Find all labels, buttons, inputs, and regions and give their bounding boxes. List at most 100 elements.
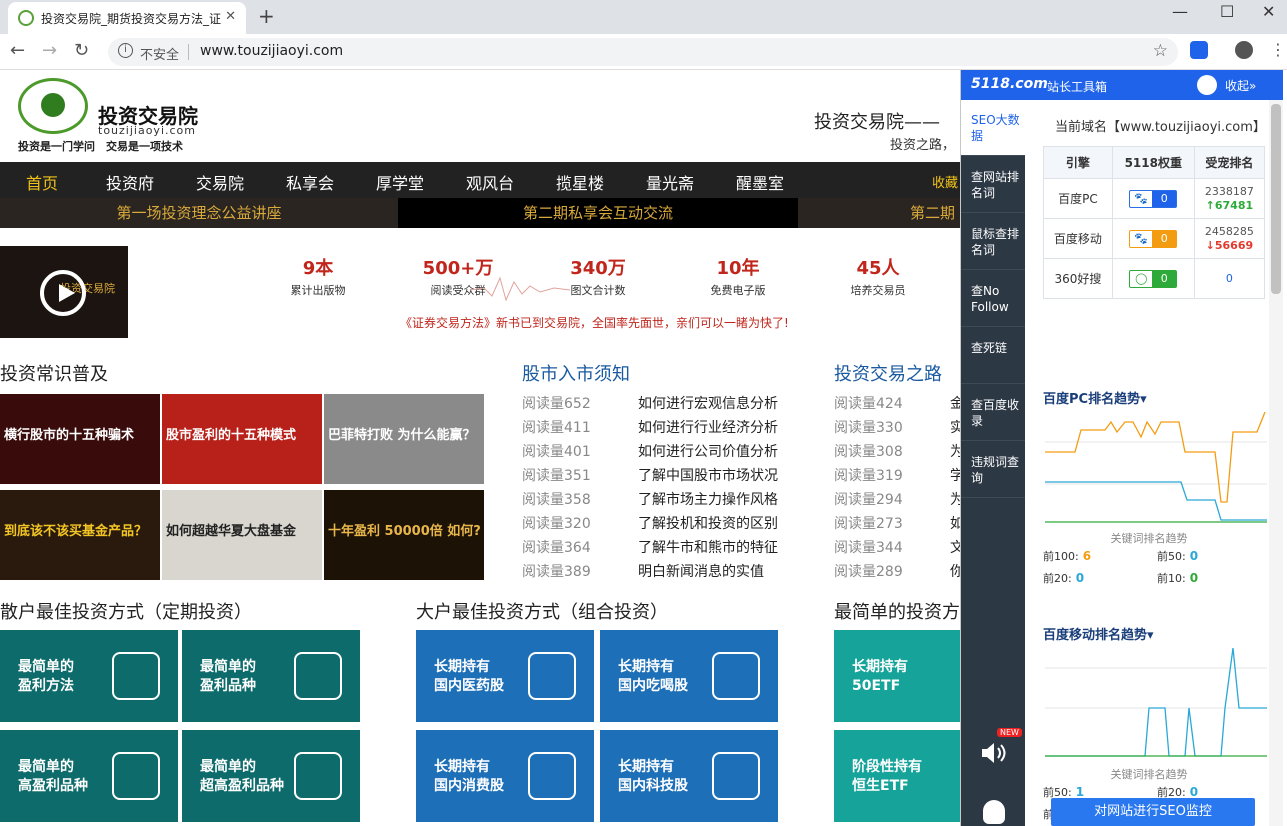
pc-trend-title[interactable]: 百度PC排名趋势▾ [1043, 388, 1147, 407]
section-title-retail[interactable]: 散户最佳投资方式（定期投资） [0, 598, 252, 624]
article-link[interactable]: 金 [950, 396, 960, 412]
sidebar-item-banned-words[interactable]: 违规词查询 [961, 442, 1025, 498]
investment-tile[interactable]: 最简单的 高盈利品种 [0, 730, 178, 822]
article-link[interactable]: 了解牛市和熊市的特征 [638, 540, 778, 556]
window-close-button[interactable]: ✕ [1262, 2, 1275, 21]
speaker-icon[interactable] [979, 740, 1007, 766]
minimize-button[interactable]: — [1172, 2, 1188, 21]
nav-item-jiaoyiyuan[interactable]: 交易院 [196, 170, 244, 194]
weight-badge[interactable]: 🐾 0 [1129, 229, 1178, 248]
qq-penguin-icon[interactable] [983, 800, 1005, 824]
banner-item[interactable]: 第一场投资理念公益讲座 [0, 198, 398, 228]
sidebar-item-mouse-rank[interactable]: 鼠标查排名词 [961, 214, 1025, 270]
panel-scrollbar[interactable] [1269, 100, 1283, 826]
intro-video[interactable]: 投资交易院 [0, 246, 128, 338]
nav-item-sixianghui[interactable]: 私享会 [286, 170, 334, 194]
article-link[interactable]: 实 [950, 420, 960, 436]
list-item[interactable]: 阅读量294 为 [834, 488, 960, 512]
list-item[interactable]: 阅读量364 了解牛市和熊市的特征 [522, 536, 778, 560]
toggle-switch[interactable] [1197, 75, 1217, 95]
sidebar-item-seo-data[interactable]: SEO大数据 [961, 100, 1025, 156]
list-item[interactable]: 阅读量401 如何进行公司价值分析 [522, 440, 778, 464]
investment-tile[interactable]: 长期持有 国内吃喝股 [600, 630, 778, 722]
list-item[interactable]: 阅读量319 学 [834, 464, 960, 488]
weight-badge[interactable]: 🐾 0 [1129, 189, 1178, 208]
article-link[interactable]: 为 [950, 444, 960, 460]
article-thumbnail[interactable]: 如何超越华夏大盘基金 [162, 490, 322, 580]
investment-tile[interactable]: 阶段性持有 恒生ETF [834, 730, 960, 822]
article-thumbnail[interactable]: 十年盈利 50000倍 如何? [324, 490, 484, 580]
list-item[interactable]: 阅读量289 你 [834, 560, 960, 584]
article-link[interactable]: 你 [950, 564, 960, 580]
investment-tile[interactable]: 长期持有 国内医药股 [416, 630, 594, 722]
new-tab-button[interactable]: + [258, 4, 275, 28]
nav-item-touzifu[interactable]: 投资府 [106, 170, 154, 194]
nav-item-home[interactable]: 首页 [26, 170, 58, 194]
collapse-button[interactable]: 收起» [1225, 77, 1256, 94]
forward-icon[interactable]: → [42, 40, 57, 61]
mobile-trend-title[interactable]: 百度移动排名趋势▾ [1043, 624, 1154, 643]
banner-item[interactable]: 第二期私享会互动交流 [398, 198, 798, 228]
investment-tile[interactable]: 最简单的 盈利方法 [0, 630, 178, 722]
bookmark-star-icon[interactable]: ☆ [1153, 41, 1168, 61]
close-icon[interactable]: ✕ [225, 9, 236, 24]
article-link[interactable]: 了解中国股市市场状况 [638, 468, 778, 484]
article-thumbnail[interactable]: 股市盈利的十五种模式 [162, 394, 322, 484]
article-link[interactable]: 如何进行行业经济分析 [638, 420, 778, 436]
article-link[interactable]: 了解投机和投资的区别 [638, 516, 778, 532]
list-item[interactable]: 阅读量411 如何进行行业经济分析 [522, 416, 778, 440]
browser-tab[interactable]: 投资交易院_期货投资交易方法_证 ✕ [8, 2, 246, 34]
section-title-road[interactable]: 投资交易之路 [834, 360, 942, 386]
nav-item-guanfengtai[interactable]: 观风台 [466, 170, 514, 194]
play-icon[interactable] [40, 270, 86, 316]
section-title-big[interactable]: 大户最佳投资方式（组合投资） [416, 598, 668, 624]
list-item[interactable]: 阅读量389 明白新闻消息的实值 [522, 560, 778, 584]
extension-5118-icon[interactable] [1190, 41, 1208, 59]
seo-monitor-button[interactable]: 对网站进行SEO监控 [1051, 798, 1255, 826]
address-bar[interactable]: i 不安全 www.touzijiaoyi.com ☆ [108, 38, 1178, 66]
nav-item-liangguangzhai[interactable]: 量光斋 [646, 170, 694, 194]
article-thumbnail[interactable]: 到底该不该买基金产品？ [0, 490, 160, 580]
sidebar-item-dead-links[interactable]: 查死链 [961, 328, 1025, 384]
weight-badge[interactable]: ◯ 0 [1129, 269, 1178, 288]
section-title-knowledge[interactable]: 投资常识普及 [0, 360, 108, 386]
favorite-link[interactable]: 收藏 [932, 172, 958, 191]
list-item[interactable]: 阅读量308 为 [834, 440, 960, 464]
url-text[interactable]: www.touzijiaoyi.com [200, 43, 343, 59]
list-item[interactable]: 阅读量330 实 [834, 416, 960, 440]
back-icon[interactable]: ← [10, 40, 25, 61]
scroll-thumb[interactable] [1271, 104, 1281, 294]
profile-icon[interactable] [1235, 41, 1253, 59]
investment-tile[interactable]: 长期持有 国内消费股 [416, 730, 594, 822]
article-link[interactable]: 文 [950, 540, 960, 556]
article-link[interactable]: 如 [950, 516, 960, 532]
list-item[interactable]: 阅读量273 如 [834, 512, 960, 536]
investment-tile[interactable]: 长期持有 50ETF [834, 630, 960, 722]
section-title-market[interactable]: 股市入市须知 [522, 360, 630, 386]
nav-item-xingmoshi[interactable]: 醒墨室 [736, 170, 784, 194]
article-link[interactable]: 学 [950, 468, 960, 484]
article-link[interactable]: 了解市场主力操作风格 [638, 492, 778, 508]
article-thumbnail[interactable]: 巴菲特打败 为什么能赢？ [324, 394, 484, 484]
section-title-simple[interactable]: 最简单的投资方 [834, 598, 960, 624]
article-link[interactable]: 明白新闻消息的实值 [638, 564, 764, 580]
nav-item-lanxinglou[interactable]: 揽星楼 [556, 170, 604, 194]
list-item[interactable]: 阅读量424 金 [834, 392, 960, 416]
article-link[interactable]: 为 [950, 492, 960, 508]
reload-icon[interactable]: ↻ [74, 40, 89, 61]
list-item[interactable]: 阅读量358 了解市场主力操作风格 [522, 488, 778, 512]
list-item[interactable]: 阅读量344 文 [834, 536, 960, 560]
investment-tile[interactable]: 最简单的 超高盈利品种 [182, 730, 360, 822]
investment-tile[interactable]: 长期持有 国内科技股 [600, 730, 778, 822]
list-item[interactable]: 阅读量351 了解中国股市市场状况 [522, 464, 778, 488]
list-item[interactable]: 阅读量320 了解投机和投资的区别 [522, 512, 778, 536]
list-item[interactable]: 阅读量652 如何进行宏观信息分析 [522, 392, 778, 416]
article-thumbnail[interactable]: 横行股市的十五种骗术 [0, 394, 160, 484]
article-link[interactable]: 如何进行公司价值分析 [638, 444, 778, 460]
article-link[interactable]: 如何进行宏观信息分析 [638, 396, 778, 412]
maximize-button[interactable]: ☐ [1220, 2, 1234, 21]
banner-item[interactable]: 第二期 [798, 198, 960, 228]
book-notice[interactable]: 《证券交易方法》新书已到交易院，全国率先面世，亲们可以一睹为快了! [400, 314, 789, 331]
sidebar-item-site-rank[interactable]: 查网站排名词 [961, 157, 1025, 213]
sidebar-item-nofollow[interactable]: 查No Follow [961, 271, 1025, 327]
